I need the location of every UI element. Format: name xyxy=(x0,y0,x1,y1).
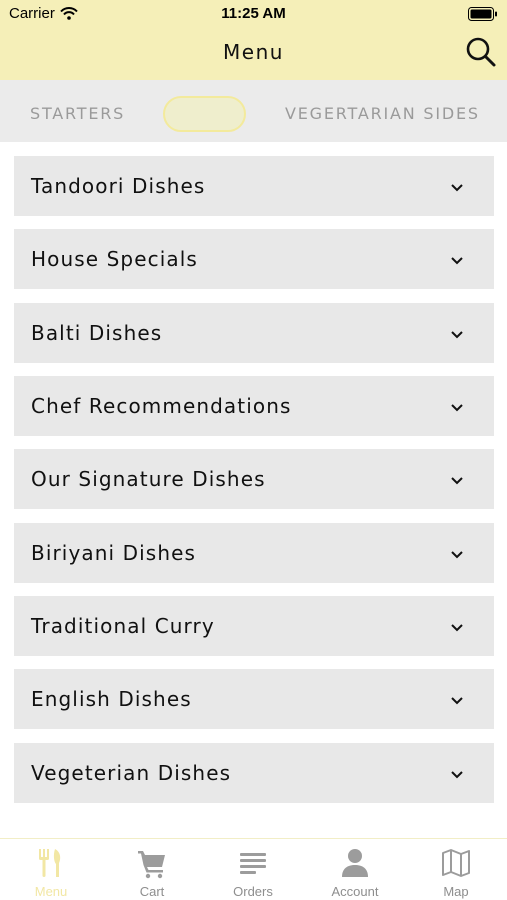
chevron-down-icon xyxy=(451,331,463,339)
nav-map-label: Map xyxy=(443,884,469,899)
list-item[interactable]: Tandoori Dishes xyxy=(14,156,494,216)
selected-tab-indicator xyxy=(163,96,246,132)
list-item-label: Our Signature Dishes xyxy=(31,467,266,491)
chevron-down-icon xyxy=(451,404,463,412)
category-tabs: STARTERS MAINS VEGERTARIAN SIDES xyxy=(0,80,507,142)
list-item-label: Tandoori Dishes xyxy=(31,174,206,198)
tab-starters[interactable]: STARTERS xyxy=(30,80,125,142)
list-icon xyxy=(240,853,266,874)
chevron-down-icon xyxy=(451,771,463,779)
bottom-tab-bar: Menu Cart Orders Account Map xyxy=(0,838,507,900)
list-item[interactable]: English Dishes xyxy=(14,669,494,729)
nav-orders-label: Orders xyxy=(233,884,273,899)
status-bar: Carrier 11:25 AM xyxy=(0,0,507,28)
chevron-down-icon xyxy=(451,184,463,192)
page-title: Menu xyxy=(223,40,284,64)
list-item[interactable]: Chef Recommendations xyxy=(14,376,494,436)
list-item-label: Biriyani Dishes xyxy=(31,541,197,565)
chevron-down-icon xyxy=(451,624,463,632)
chevron-down-icon xyxy=(451,477,463,485)
list-item-label: Chef Recommendations xyxy=(31,394,292,418)
search-icon[interactable] xyxy=(465,36,497,68)
list-item[interactable]: Vegeterian Dishes xyxy=(14,743,494,803)
nav-cart[interactable]: Cart xyxy=(112,839,192,900)
nav-account[interactable]: Account xyxy=(315,839,395,900)
nav-menu[interactable]: Menu xyxy=(11,839,91,900)
map-icon xyxy=(442,849,470,877)
fork-knife-icon xyxy=(39,849,61,877)
nav-account-label: Account xyxy=(331,884,379,899)
chevron-down-icon xyxy=(451,257,463,265)
list-item-label: English Dishes xyxy=(31,687,192,711)
menu-screen: Carrier 11:25 AM Menu STARTERS MAINS VEG… xyxy=(0,0,507,900)
person-icon xyxy=(342,849,368,877)
nav-cart-label: Cart xyxy=(139,884,165,899)
list-item[interactable]: House Specials xyxy=(14,229,494,289)
header: Carrier 11:25 AM Menu xyxy=(0,0,507,80)
battery-icon xyxy=(468,7,497,21)
nav-orders[interactable]: Orders xyxy=(213,839,293,900)
nav-menu-label: Menu xyxy=(34,884,68,899)
list-item-label: House Specials xyxy=(31,247,198,271)
list-item[interactable]: Our Signature Dishes xyxy=(14,449,494,509)
list-item-label: Balti Dishes xyxy=(31,321,163,345)
list-item[interactable]: Traditional Curry xyxy=(14,596,494,656)
list-item-label: Traditional Curry xyxy=(31,614,215,638)
tab-vegetarian-sides[interactable]: VEGERTARIAN SIDES xyxy=(285,80,480,142)
status-time: 11:25 AM xyxy=(221,5,286,22)
list-item-label: Vegeterian Dishes xyxy=(31,761,232,785)
cart-icon xyxy=(138,851,165,879)
chevron-down-icon xyxy=(451,697,463,705)
nav-map[interactable]: Map xyxy=(416,839,496,900)
list-item[interactable]: Balti Dishes xyxy=(14,303,494,363)
list-item[interactable]: Biriyani Dishes xyxy=(14,523,494,583)
chevron-down-icon xyxy=(451,551,463,559)
